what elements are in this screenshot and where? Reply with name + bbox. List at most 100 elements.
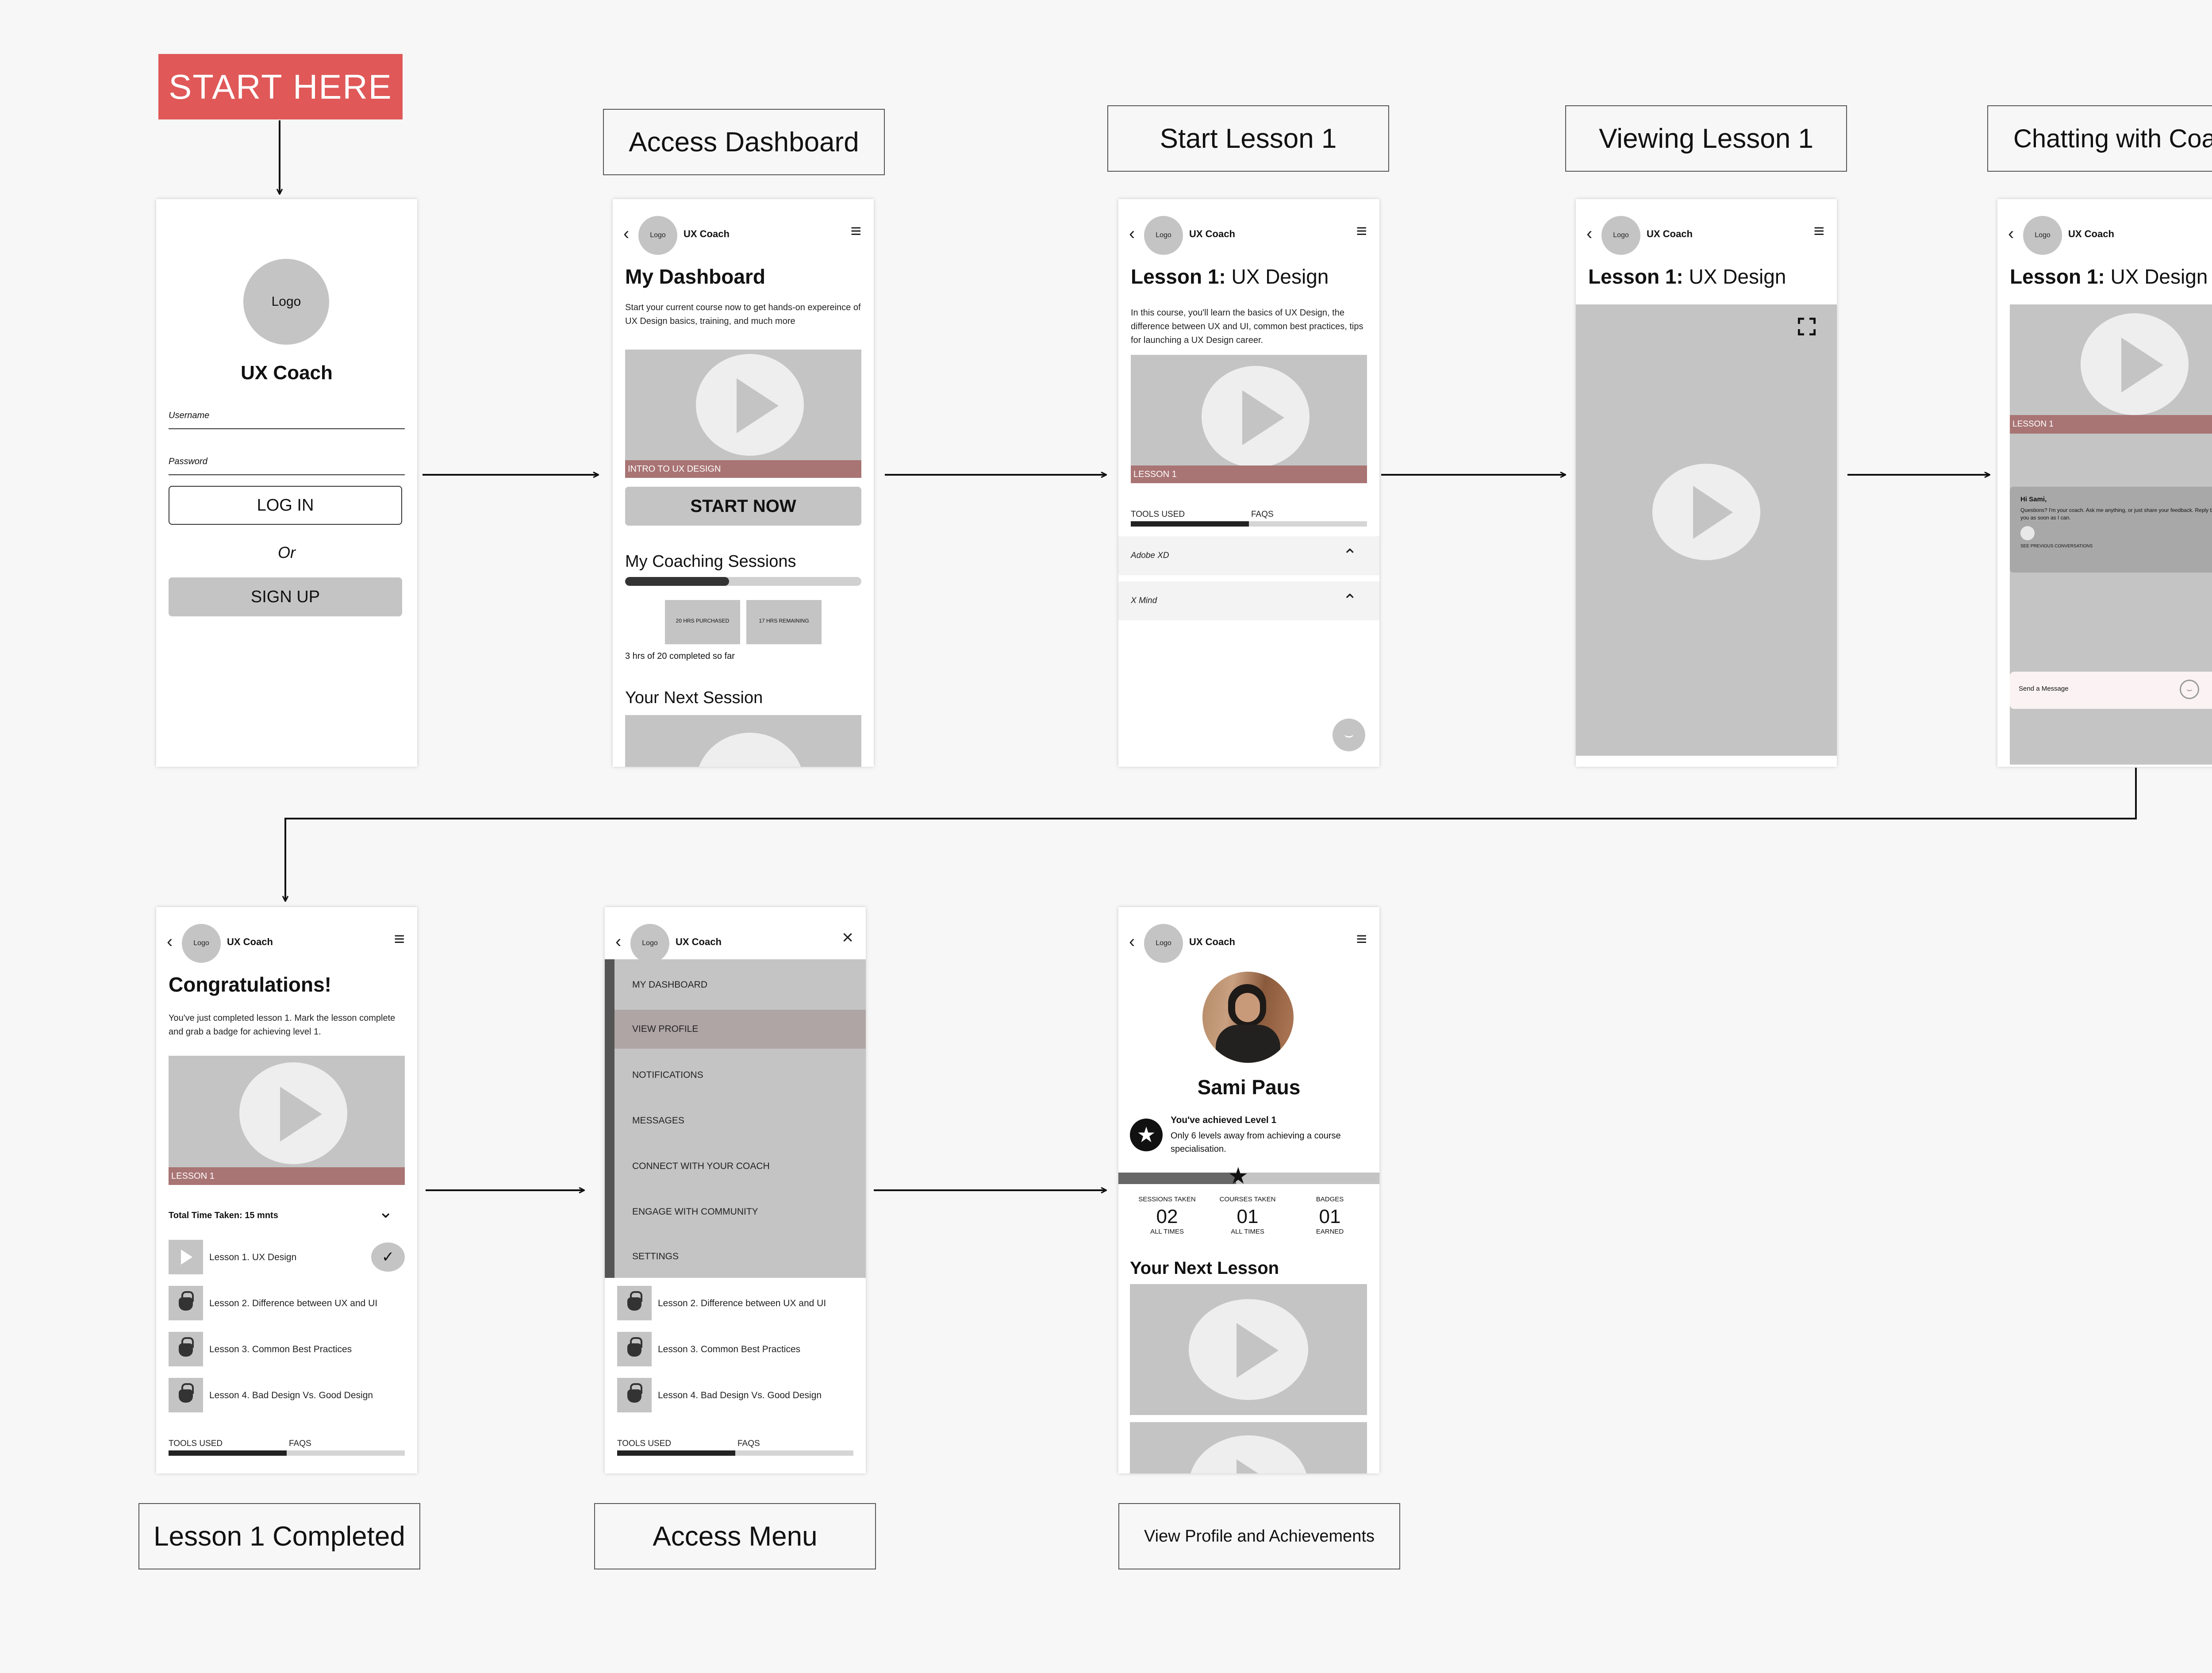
back-icon[interactable]: ‹ [623, 224, 629, 244]
app-header: ‹ Logo UX Coach ≡ [1118, 199, 1379, 265]
header-logo: Logo [1144, 924, 1183, 963]
menu-item-view-profile[interactable]: VIEW PROFILE [614, 1010, 866, 1049]
back-icon[interactable]: ‹ [1129, 932, 1135, 952]
play-icon[interactable] [1189, 1435, 1308, 1473]
play-icon[interactable] [1652, 464, 1760, 560]
app-header: ‹ Logo UX Coach ≡ [1576, 199, 1837, 265]
tool-adobe-xd[interactable]: Adobe XD ⌃ [1118, 536, 1379, 575]
menu-item-notifications[interactable]: NOTIFICATIONS [614, 1053, 866, 1097]
login-app-name: UX Coach [241, 362, 333, 384]
next-lesson-title: Your Next Lesson [1130, 1258, 1279, 1278]
header-brand: UX Coach [1647, 228, 1693, 239]
back-icon[interactable]: ‹ [2008, 224, 2014, 244]
level-progress-fill [1118, 1173, 1236, 1184]
tab-tools-used[interactable]: TOOLS USED [617, 1439, 671, 1449]
fullscreen-icon[interactable] [1798, 318, 1816, 335]
header-logo: Logo [182, 924, 221, 963]
check-icon[interactable]: ✓ [371, 1242, 405, 1272]
chat-message: Questions? I'm your coach. Ask me anythi… [2020, 507, 2212, 521]
username-field[interactable]: Username [169, 411, 405, 429]
second-lesson-video[interactable] [1130, 1422, 1367, 1473]
app-header: ‹ Logo UX Coach ≡ [156, 907, 417, 973]
hamburger-icon[interactable]: ≡ [1813, 220, 1824, 242]
play-icon[interactable] [1189, 1299, 1308, 1400]
remaining-card: 17 HRS REMAINING [746, 600, 822, 644]
chevron-up-icon[interactable]: ⌃ [1342, 536, 1357, 575]
tab-faqs[interactable]: FAQS [737, 1439, 760, 1449]
profile-avatar [1202, 972, 1294, 1063]
lesson-video[interactable]: LESSON 1 [169, 1056, 405, 1185]
hamburger-icon[interactable]: ≡ [850, 220, 861, 242]
tab-faqs[interactable]: FAQS [289, 1439, 311, 1449]
fullscreen-video[interactable] [1576, 304, 1837, 756]
lesson-row[interactable]: Lesson 2. Difference between UX and UI [169, 1286, 405, 1320]
total-time: Total Time Taken: 15 mnts [169, 1211, 278, 1220]
chat-icon[interactable]: ⌣ [1333, 719, 1365, 751]
lesson-row[interactable]: Lesson 4. Bad Design Vs. Good Design [169, 1378, 405, 1412]
chevron-down-icon[interactable]: ⌄ [378, 1202, 393, 1222]
lesson-title: Lesson 1: UX Design [2010, 265, 2208, 288]
lesson-row[interactable]: Lesson 2. Difference between UX and UI [617, 1286, 853, 1320]
tab-faqs[interactable]: FAQS [1251, 510, 1274, 519]
back-icon[interactable]: ‹ [1129, 224, 1135, 244]
tab-tools-used[interactable]: TOOLS USED [1131, 510, 1185, 519]
hamburger-icon[interactable]: ≡ [1356, 928, 1367, 950]
lesson-video[interactable]: LESSON 1 Hi Sami, Questions? I'm your co… [2010, 304, 2212, 765]
dashboard-description: Start your current course now to get han… [625, 303, 861, 326]
lesson-tabs: TOOLS USED FAQS [169, 1439, 405, 1457]
play-icon[interactable] [2081, 313, 2189, 415]
star-icon: ★ [1228, 1163, 1249, 1189]
next-session-title: Your Next Session [625, 688, 763, 707]
hamburger-icon[interactable]: ≡ [394, 928, 405, 950]
tool-x-mind[interactable]: X Mind ⌃ [1118, 581, 1379, 620]
lesson-row[interactable]: Lesson 1. UX Design ✓ [169, 1240, 405, 1274]
next-session-video[interactable] [625, 715, 861, 767]
play-icon[interactable] [169, 1240, 203, 1274]
screen-dashboard: ‹ Logo UX Coach ≡ My Dashboard Start you… [613, 199, 874, 767]
achievement-title: You've achieved Level 1 [1171, 1115, 1277, 1125]
play-icon[interactable] [696, 354, 804, 456]
tab-tools-used[interactable]: TOOLS USED [169, 1439, 223, 1449]
back-icon[interactable]: ‹ [167, 932, 173, 952]
next-lesson-video[interactable] [1130, 1284, 1367, 1415]
achievement-desc: Only 6 levels away from achieving a cour… [1171, 1131, 1341, 1154]
lesson-row[interactable]: Lesson 3. Common Best Practices [617, 1332, 853, 1366]
close-icon[interactable]: × [842, 927, 853, 949]
screen-profile: ‹ Logo UX Coach ≡ Sami Paus ★ You've ach… [1118, 907, 1379, 1473]
play-icon[interactable] [696, 733, 804, 767]
start-now-button[interactable]: START NOW [625, 487, 861, 526]
intro-video[interactable]: INTRO TO UX DESIGN [625, 350, 861, 478]
lock-icon [179, 1337, 194, 1357]
lesson-row[interactable]: Lesson 3. Common Best Practices [169, 1332, 405, 1366]
back-icon[interactable]: ‹ [1586, 224, 1592, 244]
chat-bubble: Hi Sami, Questions? I'm your coach. Ask … [2010, 487, 2212, 573]
lesson-row[interactable]: Lesson 4. Bad Design Vs. Good Design [617, 1378, 853, 1412]
password-field[interactable]: Password [169, 457, 405, 475]
screen-chatting: ‹ Logo UX Coach ≡ Lesson 1: UX Design LE… [1997, 199, 2212, 767]
header-logo: Logo [1144, 216, 1183, 255]
header-brand: UX Coach [676, 936, 722, 947]
menu-item-settings[interactable]: SETTINGS [614, 1235, 866, 1279]
back-icon[interactable]: ‹ [615, 932, 621, 952]
play-icon[interactable] [1202, 366, 1310, 468]
login-button[interactable]: LOG IN [169, 486, 402, 525]
play-icon[interactable] [239, 1062, 347, 1164]
lesson-title: Lesson 1: UX Design [1588, 265, 1786, 288]
previous-conversations-link[interactable]: SEE PREVIOUS CONVERSATIONS [2020, 544, 2212, 549]
lesson-video[interactable]: LESSON 1 [1131, 355, 1367, 483]
stat-badges: BADGES 01 EARNED [1316, 1196, 1344, 1235]
emoji-icon[interactable]: ⌣ [2180, 680, 2199, 699]
menu-item-messages[interactable]: MESSAGES [614, 1099, 866, 1143]
message-input[interactable]: Send a Message ⌣ ⊻ [2010, 672, 2212, 709]
message-placeholder: Send a Message [2019, 685, 2069, 692]
chevron-up-icon[interactable]: ⌃ [1342, 581, 1357, 620]
menu-item-dashboard[interactable]: MY DASHBOARD [614, 963, 866, 1007]
header-brand: UX Coach [2068, 228, 2114, 239]
or-text: Or [278, 543, 296, 562]
signup-button[interactable]: SIGN UP [169, 577, 402, 616]
hamburger-icon[interactable]: ≡ [1356, 220, 1367, 242]
menu-item-community[interactable]: ENGAGE WITH COMMUNITY [614, 1190, 866, 1234]
dashboard-title: My Dashboard [625, 265, 765, 288]
header-logo: Logo [638, 216, 677, 255]
menu-item-connect-coach[interactable]: CONNECT WITH YOUR COACH [614, 1144, 866, 1188]
